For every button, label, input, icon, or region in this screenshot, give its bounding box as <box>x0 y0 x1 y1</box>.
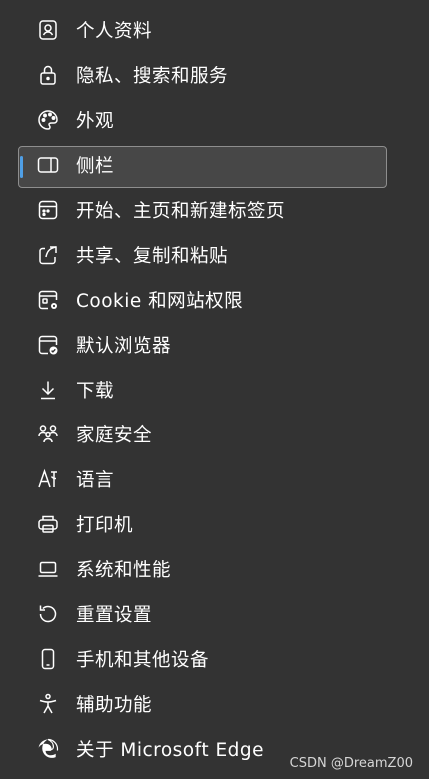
laptop-icon <box>36 557 60 581</box>
lock-icon <box>36 63 60 87</box>
download-icon <box>36 378 60 402</box>
nav-item-share-copy-paste[interactable]: 共享、复制和粘贴 <box>0 232 429 277</box>
nav-item-label: 家庭安全 <box>76 425 153 447</box>
nav-item-label: Cookie 和网站权限 <box>76 290 244 312</box>
nav-item-profile[interactable]: 个人资料 <box>0 8 429 53</box>
nav-item-label: 辅助功能 <box>76 694 153 716</box>
nav-item-default-browser[interactable]: 默认浏览器 <box>0 322 429 367</box>
nav-item-label: 默认浏览器 <box>76 335 172 357</box>
share-icon <box>36 243 60 267</box>
nav-item-label: 共享、复制和粘贴 <box>76 245 229 267</box>
nav-item-label: 侧栏 <box>76 156 115 178</box>
nav-item-label: 打印机 <box>76 515 134 537</box>
nav-item-printers[interactable]: 打印机 <box>0 502 429 547</box>
nav-item-label: 重置设置 <box>76 605 153 627</box>
nav-item-label: 语言 <box>76 470 115 492</box>
nav-item-cookies-permissions[interactable]: Cookie 和网站权限 <box>0 277 429 322</box>
selected-highlight <box>18 145 387 188</box>
accessibility-icon <box>36 692 60 716</box>
nav-item-reset-settings[interactable]: 重置设置 <box>0 592 429 637</box>
nav-item-label: 开始、主页和新建标签页 <box>76 201 286 222</box>
watermark: CSDN @DreamZ00 <box>289 756 413 771</box>
nav-item-label: 下载 <box>76 380 115 402</box>
selection-indicator <box>20 155 23 178</box>
phone-icon <box>36 647 60 671</box>
nav-item-privacy[interactable]: 隐私、搜索和服务 <box>0 53 429 98</box>
reset-icon <box>36 602 60 626</box>
sidebar-icon <box>36 153 60 177</box>
settings-nav-menu: 个人资料 隐私、搜索和服务 外观 侧栏 开始、主页和新建标签页 共享、复制和粘贴 <box>0 8 429 771</box>
edge-logo-icon <box>36 737 60 761</box>
nav-item-phone-devices[interactable]: 手机和其他设备 <box>0 636 429 681</box>
profile-icon <box>36 18 60 42</box>
nav-item-label: 关于 Microsoft Edge <box>76 739 265 761</box>
nav-item-sidebar[interactable]: 侧栏 <box>0 143 429 188</box>
nav-item-label: 隐私、搜索和服务 <box>76 66 229 88</box>
nav-item-label: 手机和其他设备 <box>76 649 210 671</box>
start-page-icon <box>36 198 60 222</box>
nav-item-label: 系统和性能 <box>76 560 172 582</box>
family-icon <box>36 422 60 446</box>
nav-item-label: 个人资料 <box>76 21 153 43</box>
cookie-site-permissions-icon <box>36 288 60 312</box>
nav-item-appearance[interactable]: 外观 <box>0 98 429 143</box>
nav-item-start-home-newtab[interactable]: 开始、主页和新建标签页 <box>0 188 429 233</box>
nav-item-system-performance[interactable]: 系统和性能 <box>0 547 429 592</box>
language-icon <box>36 467 60 491</box>
nav-item-downloads[interactable]: 下载 <box>0 367 429 412</box>
nav-item-family-safety[interactable]: 家庭安全 <box>0 412 429 457</box>
nav-item-languages[interactable]: 语言 <box>0 457 429 502</box>
printer-icon <box>36 512 60 536</box>
nav-item-accessibility[interactable]: 辅助功能 <box>0 681 429 726</box>
default-browser-icon <box>36 333 60 357</box>
palette-icon <box>36 108 60 132</box>
nav-item-label: 外观 <box>76 111 115 133</box>
